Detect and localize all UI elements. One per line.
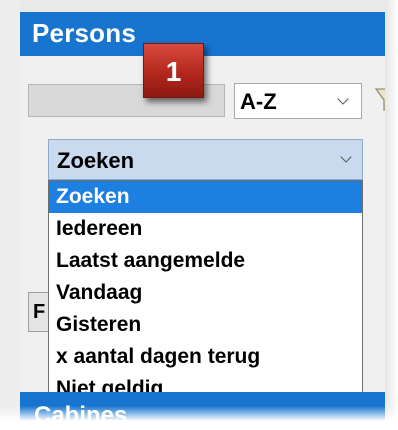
left-button-label: F [33,301,46,323]
chevron-down-icon [337,93,349,105]
search-filter-selected-value: Zoeken [57,148,135,173]
dropdown-option-zoeken[interactable]: Zoeken [49,181,362,213]
dropdown-option-x-aantal-dagen-terug[interactable]: x aantal dagen terug [49,341,362,373]
search-filter-dropdown-list: Zoeken Iedereen Laatst aangemelde Vandaa… [48,180,363,409]
step-number-callout: 1 [143,43,204,98]
sort-select[interactable]: A-Z [234,83,362,119]
chevron-down-icon [340,151,352,163]
dropdown-option-laatst-aangemelde[interactable]: Laatst aangemelde [49,245,362,277]
sort-selected-value: A-Z [240,89,277,114]
page-title: Persons [32,18,137,48]
dropdown-option-gisteren[interactable]: Gisteren [49,309,362,341]
left-button[interactable]: F [28,292,50,332]
right-shadow [385,0,398,421]
bottom-fade [0,406,398,421]
dropdown-option-vandaag[interactable]: Vandaag [49,277,362,309]
dropdown-option-iedereen[interactable]: Iedereen [49,213,362,245]
search-filter-select[interactable]: Zoeken [48,139,363,180]
left-edge [0,0,20,421]
